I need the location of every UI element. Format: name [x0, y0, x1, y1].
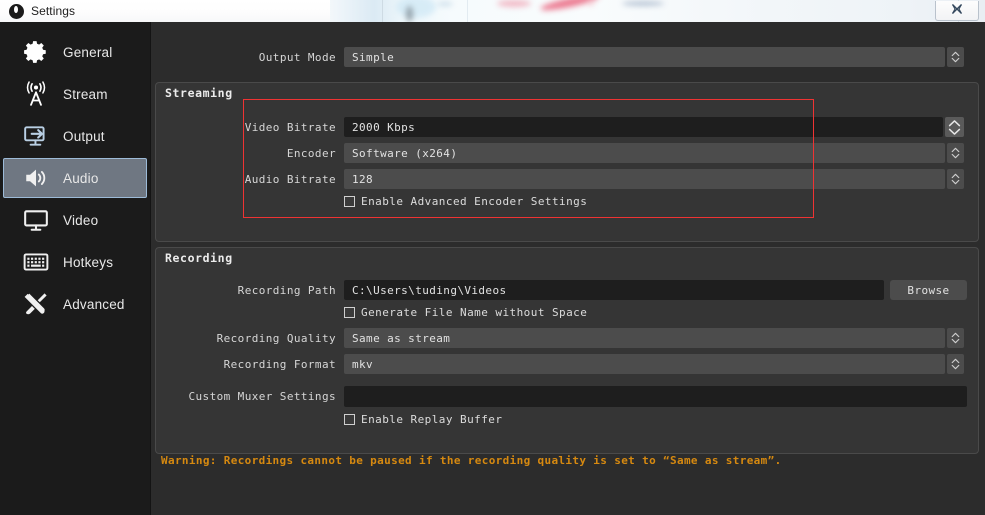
settings-content: Output Mode Simple Streaming Video Bitra…: [151, 22, 985, 515]
output-mode-row: Output Mode Simple: [151, 47, 985, 67]
sidebar-item-label: Video: [63, 213, 98, 228]
recording-quality-label: Recording Quality: [151, 332, 336, 345]
sidebar-item-hotkeys[interactable]: Hotkeys: [3, 242, 147, 282]
audio-bitrate-label: Audio Bitrate: [151, 173, 336, 186]
recording-group-title: Recording: [165, 251, 233, 265]
recording-format-combo[interactable]: mkv: [344, 354, 964, 374]
gear-icon: [22, 38, 50, 66]
video-bitrate-value[interactable]: 2000 Kbps: [344, 117, 943, 137]
antenna-icon: [22, 80, 50, 108]
recording-warning-text: Warning: Recordings cannot be paused if …: [161, 454, 782, 467]
sidebar-item-label: Audio: [63, 171, 99, 186]
recording-path-input[interactable]: C:\Users\tuding\Videos: [344, 280, 884, 300]
speaker-icon: [22, 164, 50, 192]
sidebar-item-label: General: [63, 45, 112, 60]
streaming-group-title: Streaming: [165, 86, 233, 100]
monitor-icon: [22, 206, 50, 234]
spinner-updown-icon[interactable]: [947, 47, 964, 67]
obs-logo-icon: [9, 4, 24, 19]
spinner-updown-icon[interactable]: [947, 354, 964, 374]
sidebar-item-audio[interactable]: Audio: [3, 158, 147, 198]
keyboard-icon: [22, 248, 50, 276]
sidebar-item-label: Stream: [63, 87, 108, 102]
sidebar-item-stream[interactable]: Stream: [3, 74, 147, 114]
video-bitrate-row: Video Bitrate 2000 Kbps: [151, 117, 985, 137]
recording-format-label: Recording Format: [151, 358, 336, 371]
titlebar-left: Settings: [0, 0, 330, 22]
recording-quality-combo[interactable]: Same as stream: [344, 328, 964, 348]
checkbox-unchecked-icon[interactable]: [344, 196, 355, 207]
spinner-updown-icon[interactable]: [947, 169, 964, 189]
sidebar-item-label: Hotkeys: [63, 255, 113, 270]
audio-bitrate-value[interactable]: 128: [344, 169, 945, 189]
video-bitrate-spinbox[interactable]: 2000 Kbps: [344, 117, 964, 137]
recording-quality-value[interactable]: Same as stream: [344, 328, 945, 348]
recording-path-label: Recording Path: [151, 284, 336, 297]
recording-path-row: Recording Path C:\Users\tuding\Videos Br…: [151, 280, 985, 300]
settings-sidebar: General Stream: [0, 22, 151, 515]
enable-advanced-encoder-checkbox-row[interactable]: Enable Advanced Encoder Settings: [344, 195, 587, 208]
spinner-updown-icon[interactable]: [947, 328, 964, 348]
close-button[interactable]: [935, 1, 979, 21]
encoder-value[interactable]: Software (x264): [344, 143, 945, 163]
output-mode-value[interactable]: Simple: [344, 47, 945, 67]
video-bitrate-label: Video Bitrate: [151, 121, 336, 134]
window-title: Settings: [31, 4, 75, 18]
sidebar-item-output[interactable]: Output: [3, 116, 147, 156]
custom-muxer-input[interactable]: [344, 386, 967, 407]
sidebar-item-label: Advanced: [63, 297, 125, 312]
enable-replay-buffer-checkbox-row[interactable]: Enable Replay Buffer: [344, 413, 502, 426]
spinner-updown-icon[interactable]: [947, 143, 964, 163]
encoder-combo[interactable]: Software (x264): [344, 143, 964, 163]
sidebar-item-label: Output: [63, 129, 105, 144]
custom-muxer-label: Custom Muxer Settings: [151, 390, 336, 403]
output-mode-label: Output Mode: [151, 51, 336, 64]
browse-button[interactable]: Browse: [890, 280, 967, 300]
enable-advanced-encoder-label: Enable Advanced Encoder Settings: [361, 195, 587, 208]
checkbox-unchecked-icon[interactable]: [344, 414, 355, 425]
recording-group: Recording: [155, 247, 979, 454]
monitor-arrow-icon: [22, 122, 50, 150]
tools-icon: [22, 290, 50, 318]
spinner-updown-icon[interactable]: [945, 117, 964, 137]
checkbox-unchecked-icon[interactable]: [344, 307, 355, 318]
encoder-row: Encoder Software (x264): [151, 143, 985, 163]
audio-bitrate-row: Audio Bitrate 128: [151, 169, 985, 189]
sidebar-item-video[interactable]: Video: [3, 200, 147, 240]
settings-window: General Stream: [0, 22, 985, 515]
custom-muxer-row: Custom Muxer Settings: [151, 386, 985, 407]
output-mode-combo[interactable]: Simple: [344, 47, 964, 67]
recording-format-value[interactable]: mkv: [344, 354, 945, 374]
recording-quality-row: Recording Quality Same as stream: [151, 328, 985, 348]
sidebar-item-advanced[interactable]: Advanced: [3, 284, 147, 324]
sidebar-item-general[interactable]: General: [3, 32, 147, 72]
encoder-label: Encoder: [151, 147, 336, 160]
enable-replay-buffer-label: Enable Replay Buffer: [361, 413, 502, 426]
generate-filename-no-space-label: Generate File Name without Space: [361, 306, 587, 319]
generate-filename-no-space-checkbox-row[interactable]: Generate File Name without Space: [344, 306, 587, 319]
audio-bitrate-combo[interactable]: 128: [344, 169, 964, 189]
close-x-icon: [951, 3, 963, 18]
recording-format-row: Recording Format mkv: [151, 354, 985, 374]
